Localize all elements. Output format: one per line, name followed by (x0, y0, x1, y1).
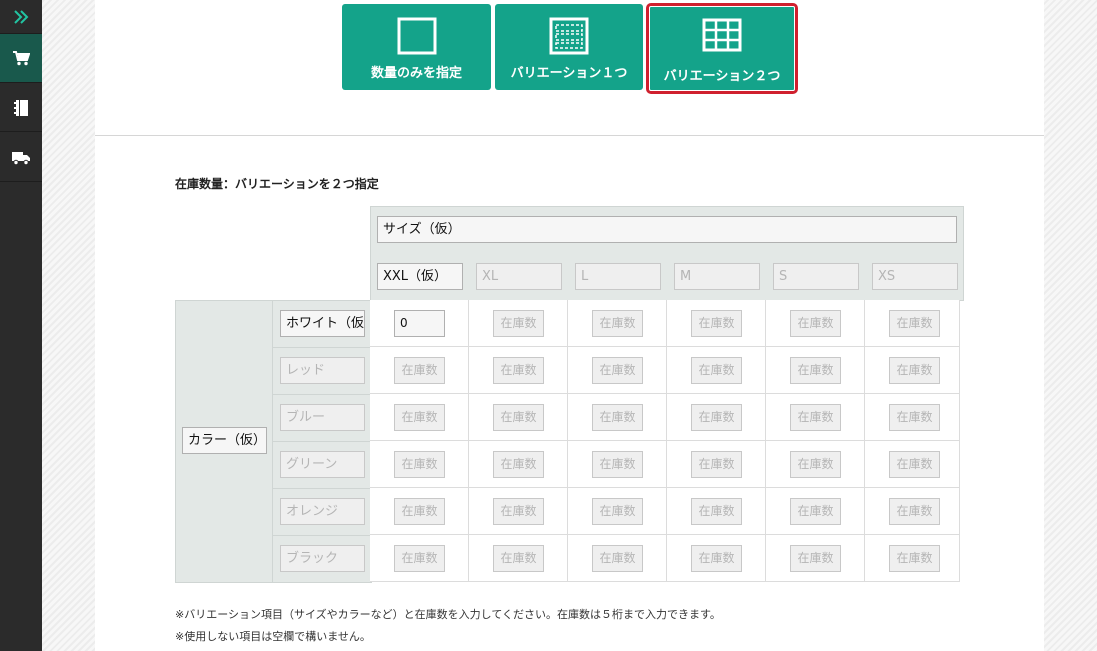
row-grid-icon (549, 17, 589, 55)
stock-input[interactable]: 在庫数 (790, 498, 841, 525)
variation2-option-input[interactable]: グリーン (280, 451, 365, 478)
stock-input[interactable]: 在庫数 (592, 357, 643, 384)
variation-one-label: バリエーション１つ (510, 66, 628, 81)
row-header-separator (273, 535, 371, 536)
double-chevron-right-icon (14, 9, 29, 24)
main-panel: 数量のみを指定 バリエーション１つ バリエーション２つ 在庫数量：バリエーション… (95, 0, 1044, 651)
stock-input[interactable]: 在庫数 (394, 498, 445, 525)
variation1-option-input[interactable]: XS (872, 263, 958, 290)
stock-input[interactable]: 在庫数 (889, 357, 940, 384)
stock-input[interactable]: 在庫数 (691, 451, 742, 478)
notebook-icon (14, 99, 28, 116)
stock-input[interactable]: 在庫数 (691, 498, 742, 525)
variation2-option-input[interactable]: ブラック (280, 545, 365, 572)
stock-input[interactable]: 在庫数 (691, 545, 742, 572)
single-box-icon (397, 17, 436, 55)
quantity-only-label: 数量のみを指定 (370, 66, 462, 81)
stock-input[interactable]: 在庫数 (691, 404, 742, 431)
stock-input[interactable]: 在庫数 (790, 404, 841, 431)
stock-input[interactable]: 在庫数 (691, 310, 742, 337)
stock-input[interactable]: 在庫数 (790, 451, 841, 478)
variation1-option-input[interactable]: XXL（仮） (377, 263, 463, 290)
stock-input[interactable]: 在庫数 (592, 498, 643, 525)
variation2-option-input[interactable]: ブルー (280, 404, 365, 431)
truck-icon (12, 151, 30, 165)
row-header-separator (273, 394, 371, 395)
stock-input[interactable]: 在庫数 (592, 545, 643, 572)
cart-icon (13, 51, 30, 66)
stock-input[interactable]: 在庫数 (394, 404, 445, 431)
stock-input[interactable]: 在庫数 (889, 404, 940, 431)
variation-one-button[interactable]: バリエーション１つ (495, 4, 643, 90)
stock-input[interactable]: 在庫数 (691, 357, 742, 384)
variation2-option-input[interactable]: オレンジ (280, 498, 365, 525)
stock-input[interactable]: 在庫数 (790, 357, 841, 384)
variation2-option-input[interactable]: レッド (280, 357, 365, 384)
stock-input[interactable]: 0 (394, 310, 445, 337)
variation1-option-input[interactable]: XL (476, 263, 562, 290)
stock-input[interactable]: 在庫数 (394, 451, 445, 478)
stock-input[interactable]: 在庫数 (394, 357, 445, 384)
variation1-name-input[interactable]: サイズ（仮） (377, 216, 957, 243)
stock-input[interactable]: 在庫数 (493, 498, 544, 525)
stock-input[interactable]: 在庫数 (493, 451, 544, 478)
row-header-separator (273, 488, 371, 489)
variation2-option-input[interactable]: ホワイト（仮 (280, 310, 365, 337)
sidebar-item-truck[interactable] (0, 134, 42, 182)
stock-input[interactable]: 在庫数 (889, 545, 940, 572)
stock-input[interactable]: 在庫数 (790, 545, 841, 572)
note-line-1: ※バリエーション項目（サイズやカラーなど）と在庫数を入力してください。在庫数は５… (175, 608, 721, 621)
table-grid-icon (702, 18, 742, 52)
sidebar-item-cart[interactable] (0, 34, 42, 83)
stock-input[interactable]: 在庫数 (790, 310, 841, 337)
variation1-option-input[interactable]: L (575, 263, 661, 290)
section-title: 在庫数量：バリエーションを２つ指定 (175, 177, 379, 191)
stock-input[interactable]: 在庫数 (493, 545, 544, 572)
stock-input[interactable]: 在庫数 (493, 310, 544, 337)
stock-input[interactable]: 在庫数 (592, 451, 643, 478)
row-header-separator (273, 441, 371, 442)
stock-input[interactable]: 在庫数 (493, 404, 544, 431)
stock-input[interactable]: 在庫数 (889, 498, 940, 525)
stock-input[interactable]: 在庫数 (592, 404, 643, 431)
note-line-2: ※使用しない項目は空欄で構いません。 (175, 630, 371, 643)
stock-input[interactable]: 在庫数 (493, 357, 544, 384)
variation1-option-input[interactable]: S (773, 263, 859, 290)
stock-input[interactable]: 在庫数 (889, 451, 940, 478)
sidebar-item-notebook[interactable] (0, 84, 42, 132)
variation1-option-input[interactable]: M (674, 263, 760, 290)
stock-input[interactable]: 在庫数 (592, 310, 643, 337)
sidebar-expand-button[interactable] (0, 0, 42, 34)
row-header-separator (273, 347, 371, 348)
variation-two-button[interactable]: バリエーション２つ (646, 3, 798, 94)
sidebar (0, 0, 42, 651)
mode-selector: 数量のみを指定 バリエーション１つ バリエーション２つ (95, 0, 1044, 136)
variation2-name-input[interactable]: カラー（仮） (182, 427, 267, 454)
variation-two-label: バリエーション２つ (663, 69, 781, 84)
stock-input[interactable]: 在庫数 (394, 545, 445, 572)
stock-input[interactable]: 在庫数 (889, 310, 940, 337)
quantity-only-button[interactable]: 数量のみを指定 (342, 4, 491, 90)
